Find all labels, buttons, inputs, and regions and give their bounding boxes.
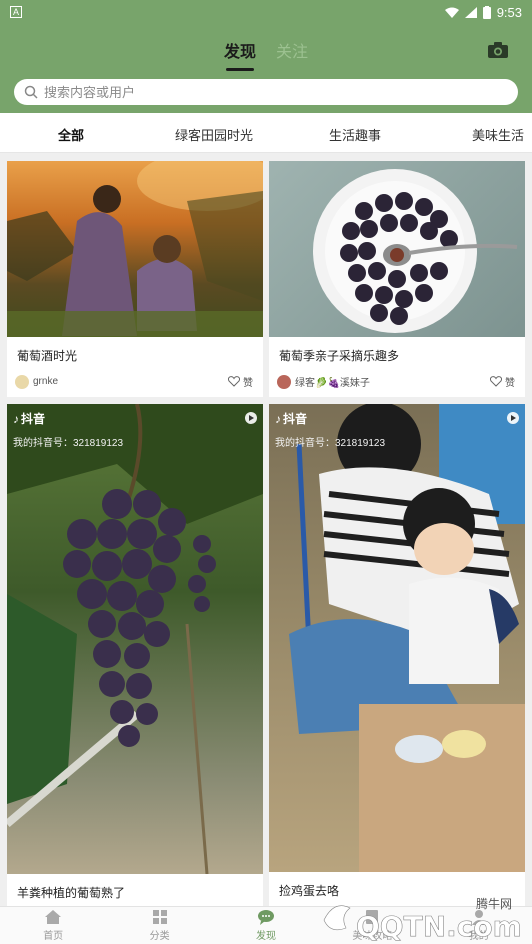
category-life-fun[interactable]: 生活趣事: [329, 125, 381, 144]
status-bar: A 9:53: [0, 0, 532, 24]
home-icon: [45, 910, 62, 924]
search-icon: [24, 85, 38, 99]
heart-icon: [228, 376, 240, 387]
avatar: [15, 374, 29, 389]
grapes-plate-photo: [313, 169, 518, 333]
grid-icon: [152, 910, 167, 924]
avatar: [277, 374, 291, 389]
like-label: 赞: [505, 378, 515, 389]
category-tasty-life[interactable]: 美味生活: [472, 125, 524, 144]
card-photo: [269, 161, 525, 337]
feed-card[interactable]: ♪ 抖音 我的抖音号：321819123 羊粪种植的葡萄熟了: [7, 404, 263, 906]
feed-card[interactable]: ♪ 抖音 我的抖音号：321819123 捡鸡蛋去咯: [269, 404, 525, 906]
header-tabs: 发现 关注: [0, 38, 532, 71]
category-garden-time[interactable]: 绿客田园时光: [175, 125, 253, 144]
watermark-site: QQTN.com: [356, 910, 522, 942]
signal-icon: [464, 6, 477, 18]
qqtn-watermark: 腾牛网 QQTN.com: [323, 896, 522, 942]
video-play-icon: [507, 412, 519, 424]
like-button[interactable]: 赞: [228, 374, 253, 389]
tiktok-label: 抖音: [21, 412, 46, 426]
card-photo: ♪ 抖音 我的抖音号：321819123: [7, 404, 263, 874]
search-input[interactable]: [44, 84, 484, 100]
feed-card[interactable]: 葡萄季亲子采摘乐趣多 绿客🥬🍇溪妹子 赞: [269, 161, 525, 397]
battery-icon: [482, 5, 491, 19]
nav-label: 发现: [255, 931, 276, 942]
card-title: 葡萄季亲子采摘乐趣多: [279, 349, 400, 363]
nav-label: 首页: [43, 931, 64, 942]
tiktok-id: 我的抖音号：321819123: [275, 438, 386, 449]
tiktok-label: 抖音: [283, 412, 308, 426]
nav-home[interactable]: 首页: [0, 907, 106, 944]
category-all[interactable]: 全部: [58, 125, 84, 144]
like-label: 赞: [243, 378, 253, 389]
nav-discover[interactable]: 发现: [213, 907, 319, 944]
tab-discover[interactable]: 发现: [224, 38, 256, 71]
card-title: 羊粪种植的葡萄熟了: [17, 886, 126, 900]
grape-vine-photo: [7, 404, 263, 874]
mother-child-photo: [7, 161, 263, 337]
mother-child-sitting-photo: [289, 404, 525, 872]
card-photo: [7, 161, 263, 337]
author-name: grnke: [33, 376, 59, 387]
card-photo: ♪ 抖音 我的抖音号：321819123: [269, 404, 525, 872]
music-note-icon: ♪: [13, 411, 19, 426]
status-time: 9:53: [496, 4, 522, 20]
tiktok-logo: ♪ 抖音: [275, 410, 307, 427]
tab-follow[interactable]: 关注: [276, 38, 308, 68]
watermark-text: 腾牛网: [476, 896, 512, 911]
card-title: 葡萄酒时光: [17, 349, 78, 363]
author-name: 绿客🥬🍇溪妹子: [295, 378, 370, 389]
heart-icon: [490, 376, 502, 387]
nav-category[interactable]: 分类: [106, 907, 212, 944]
feed: 葡萄酒时光 grnke 赞 葡萄季亲子采摘乐趣多 绿客🥬🍇溪妹子 赞 ♪ 抖音 …: [0, 160, 532, 906]
feed-card[interactable]: 葡萄酒时光 grnke 赞: [7, 161, 263, 397]
like-button[interactable]: 赞: [490, 374, 515, 389]
search-bar[interactable]: [14, 79, 518, 105]
video-play-icon: [245, 412, 257, 424]
camera-icon[interactable]: [488, 42, 508, 58]
tiktok-logo: ♪ 抖音: [13, 410, 45, 427]
wifi-icon: [444, 7, 459, 18]
nav-label: 分类: [149, 931, 170, 942]
a-icon: A: [10, 6, 22, 18]
category-bar: 全部 绿客田园时光 生活趣事 美味生活: [0, 113, 532, 153]
app-header: A 9:53 发现 关注: [0, 0, 532, 113]
tiktok-id: 我的抖音号：321819123: [13, 438, 124, 449]
chat-bubble-icon: [257, 910, 274, 925]
music-note-icon: ♪: [275, 411, 281, 426]
